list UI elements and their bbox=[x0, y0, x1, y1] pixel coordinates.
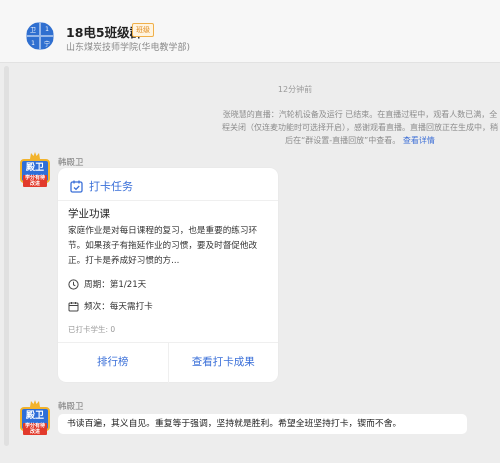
frequency-label: 频次：每天需打卡 bbox=[84, 302, 153, 312]
group-subtitle: 山东煤炭技师学院(华电教学部) bbox=[66, 43, 191, 53]
avatar-char: 1 bbox=[26, 36, 40, 50]
sender-name: 韩殿卫 bbox=[58, 402, 84, 412]
checkin-task-card[interactable]: 打卡任务 学业功课 家庭作业是对每日课程的复习，也是重要的练习环节。如果孩子有拖… bbox=[58, 168, 278, 383]
avatar-subtext: 学分有待改进 bbox=[23, 175, 47, 187]
avatar-char: 卫 bbox=[26, 22, 40, 36]
task-heading: 学业功课 bbox=[68, 208, 110, 220]
avatar-text: 殿卫 bbox=[25, 411, 44, 421]
divider bbox=[58, 200, 278, 201]
avatar-plate: 殿卫 学分有待改进 bbox=[20, 407, 50, 435]
calendar-check-icon bbox=[70, 180, 83, 193]
card-title: 打卡任务 bbox=[89, 180, 133, 193]
scrollbar[interactable] bbox=[4, 66, 9, 446]
system-notice: 张晓慧的直播：汽轮机设备及运行 已结束。在直播过程中，观看人数已满，全程关闭（仅… bbox=[220, 108, 500, 147]
system-notice-text: 张晓慧的直播：汽轮机设备及运行 已结束。在直播过程中，观看人数已满，全程关闭（仅… bbox=[222, 110, 498, 145]
card-actions: 排行榜 查看打卡成果 bbox=[58, 342, 278, 383]
clock-icon bbox=[68, 278, 79, 290]
period-label: 周期：第1/21天 bbox=[84, 280, 147, 290]
sender-avatar[interactable]: 殿卫 学分有待改进 bbox=[20, 152, 50, 187]
message-timestamp: 12分钟前 bbox=[277, 85, 313, 94]
group-title: 18电5班级群 bbox=[66, 25, 143, 40]
avatar-char: 宁 bbox=[40, 36, 54, 50]
view-results-button[interactable]: 查看打卡成果 bbox=[167, 343, 279, 383]
frequency-row: 频次：每天需打卡 bbox=[68, 300, 153, 312]
sender-name: 韩殿卫 bbox=[58, 158, 84, 168]
group-avatar[interactable]: 卫 1 1 宁 bbox=[26, 22, 54, 50]
crown-icon bbox=[30, 152, 40, 159]
sender-avatar[interactable]: 殿卫 学分有待改进 bbox=[20, 400, 50, 435]
avatar-plate: 殿卫 学分有待改进 bbox=[20, 159, 50, 187]
period-row: 周期：第1/21天 bbox=[68, 278, 146, 290]
task-description: 家庭作业是对每日课程的复习，也是重要的练习环节。如果孩子有拖延作业的习惯，要及时… bbox=[68, 226, 258, 266]
chat-header: 卫 1 1 宁 18电5班级群 班级 山东煤炭技师学院(华电教学部) bbox=[0, 0, 500, 63]
group-type-badge: 班级 bbox=[132, 23, 154, 37]
avatar-subtext: 学分有待改进 bbox=[23, 423, 47, 435]
view-details-link[interactable]: 查看详情 bbox=[403, 136, 435, 145]
calendar-icon bbox=[68, 301, 79, 311]
message-bubble[interactable]: 书读百遍，其义自见。重复等于强调，坚持就是胜利。希望全班坚持打卡，锲而不舍。 bbox=[58, 414, 467, 434]
avatar-text: 殿卫 bbox=[25, 163, 44, 173]
card-title-row: 打卡任务 bbox=[70, 178, 133, 194]
crown-icon bbox=[30, 400, 40, 407]
leaderboard-button[interactable]: 排行榜 bbox=[58, 343, 168, 383]
checked-in-count: 已打卡学生: 0 bbox=[68, 325, 116, 334]
avatar-char: 1 bbox=[40, 22, 54, 36]
